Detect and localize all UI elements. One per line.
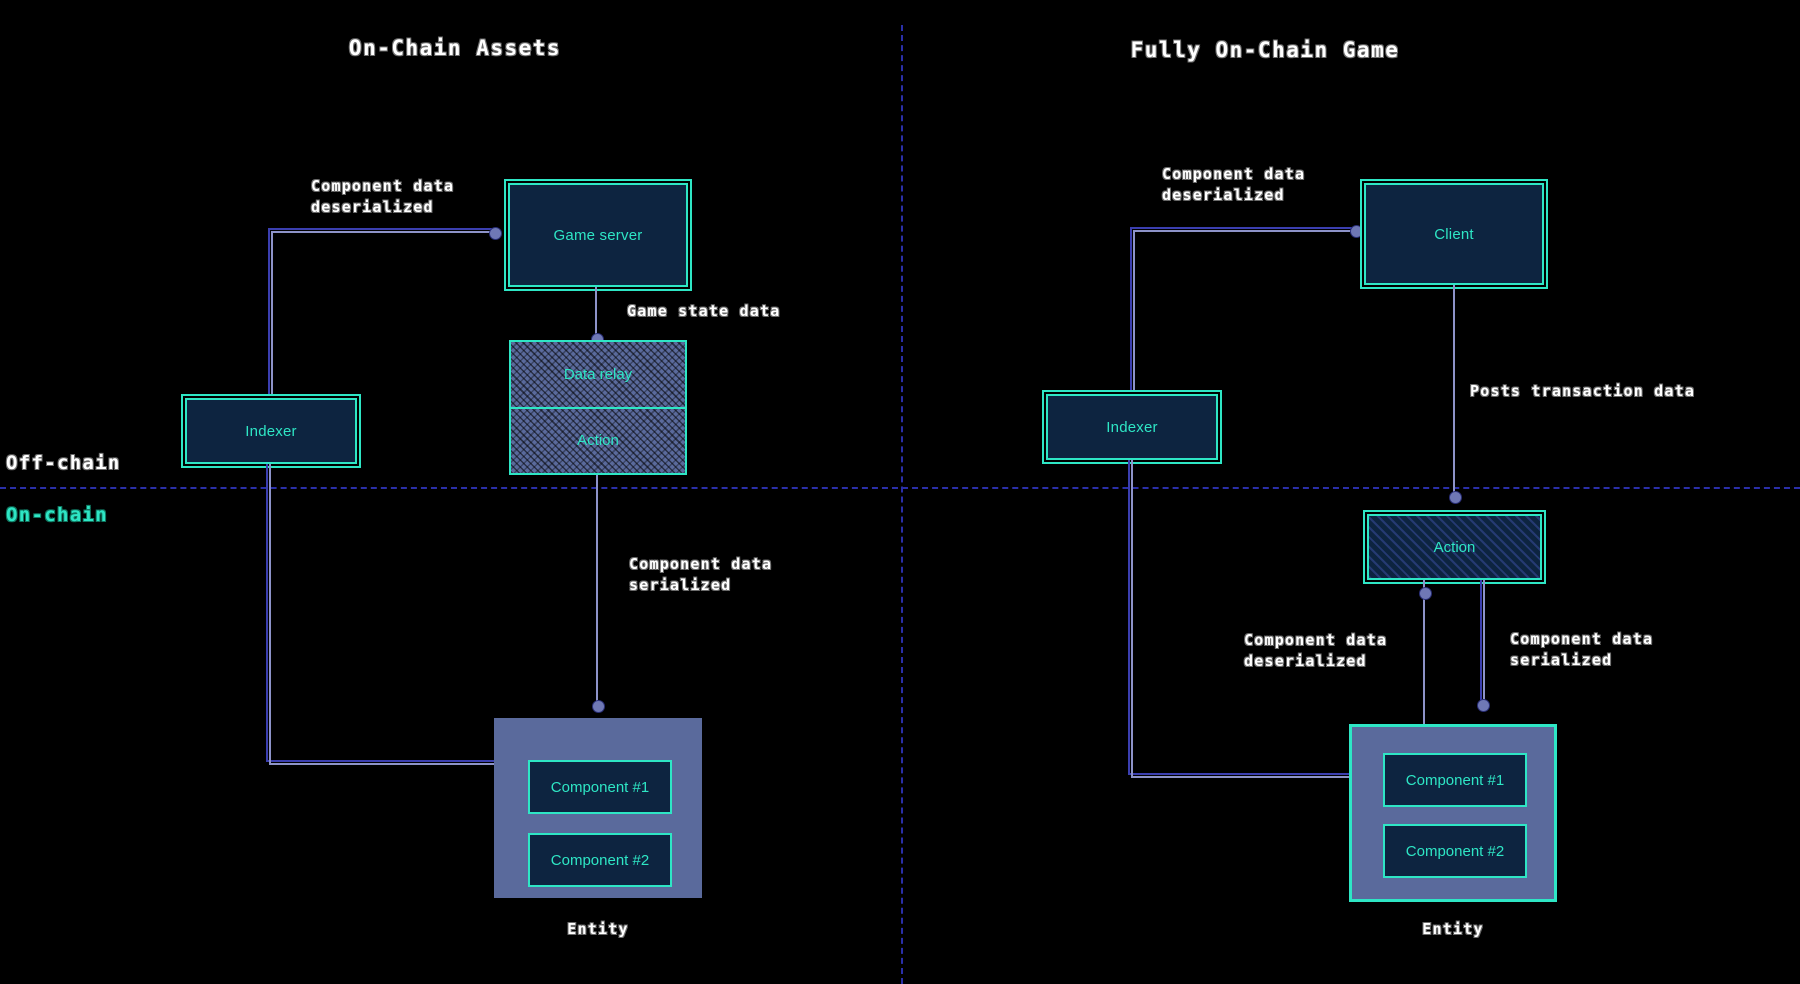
edge-endpoint-action-bottom-left-right [1419, 587, 1432, 600]
edge-action-to-entity-serialized-right-hi [1483, 580, 1485, 702]
node-indexer-right-label: Indexer [1106, 418, 1158, 436]
node-data-relay-action-stack[interactable]: Data relay Action [509, 340, 687, 475]
offchain-label: Off-chain [6, 452, 121, 474]
edge-endpoint-entity-serialized-right [1477, 699, 1490, 712]
edge-indexer-to-client-horizontal-hi [1133, 230, 1355, 232]
edge-indexer-to-entity-horizontal-left-hi [269, 763, 497, 765]
edge-indexer-to-entity-horizontal-right-hi [1131, 776, 1353, 778]
edge-indexer-to-entity-vertical-left-hi [269, 464, 271, 763]
node-client[interactable]: Client [1364, 183, 1544, 285]
entity-caption-right: Entity [1422, 920, 1484, 938]
edge-indexer-to-gameserver-vertical [268, 228, 270, 398]
edge-label-game-state-data: Game state data [627, 302, 781, 320]
component-1-right-label: Component #1 [1405, 771, 1505, 789]
diagram-canvas: On-Chain Assets Fully On-Chain Game Off-… [0, 0, 1800, 984]
edge-label-component-data-serialized-left: Component data serialized [629, 555, 773, 594]
node-action-left[interactable]: Action [511, 406, 685, 474]
onchain-label: On-chain [6, 504, 108, 526]
edge-label-component-data-serialized-right: Component data serialized [1510, 630, 1654, 669]
edge-indexer-to-entity-horizontal-left [266, 760, 497, 762]
component-1-left-label: Component #1 [550, 778, 650, 796]
edge-client-to-action [1453, 285, 1455, 498]
node-indexer-left-label: Indexer [245, 422, 297, 440]
component-2-right[interactable]: Component #2 [1383, 824, 1527, 878]
node-indexer-left[interactable]: Indexer [185, 398, 357, 464]
edge-indexer-to-client-vertical [1130, 227, 1132, 394]
node-game-server[interactable]: Game server [508, 183, 688, 287]
component-1-left[interactable]: Component #1 [528, 760, 672, 814]
edge-indexer-to-gameserver-horizontal [268, 228, 494, 230]
entity-caption-left: Entity [567, 920, 629, 938]
node-data-relay-label: Data relay [563, 365, 633, 383]
entity-container-right[interactable]: Component #1 Component #2 [1349, 724, 1557, 902]
node-game-server-label: Game server [553, 226, 643, 244]
component-2-right-label: Component #2 [1405, 842, 1505, 860]
panel-divider [901, 25, 903, 984]
edge-indexer-to-entity-horizontal-right [1128, 773, 1354, 775]
edge-label-component-data-deserialized-right-bottom: Component data deserialized [1244, 631, 1388, 670]
edge-indexer-to-gameserver-vertical-hi [271, 231, 273, 398]
edge-indexer-to-entity-vertical-right [1128, 460, 1130, 775]
node-indexer-right[interactable]: Indexer [1046, 394, 1218, 460]
component-1-right[interactable]: Component #1 [1383, 753, 1527, 807]
component-2-left[interactable]: Component #2 [528, 833, 672, 887]
node-client-label: Client [1434, 225, 1474, 243]
edge-indexer-to-entity-vertical-right-hi [1131, 460, 1133, 776]
edge-action-to-entity-serialized-right [1480, 580, 1482, 705]
component-2-left-label: Component #2 [550, 851, 650, 869]
edge-endpoint-gameserver-left [489, 227, 502, 240]
edge-label-component-data-deserialized-left: Component data deserialized [311, 177, 455, 216]
edge-action-to-entity-deserialized-right [1423, 580, 1425, 725]
edge-endpoint-action-top-right [1449, 491, 1462, 504]
edge-endpoint-entity-top-left [592, 700, 605, 713]
edge-indexer-to-gameserver-horizontal-hi [271, 231, 493, 233]
edge-endpoint-client-left [1350, 225, 1363, 238]
node-action-right[interactable]: Action [1367, 514, 1542, 580]
left-panel-title: On-Chain Assets [348, 36, 562, 60]
edge-label-posts-transaction-data: Posts transaction data [1470, 382, 1696, 400]
node-data-relay[interactable]: Data relay [511, 342, 685, 407]
edge-label-component-data-deserialized-right-top: Component data deserialized [1162, 165, 1306, 204]
edge-indexer-to-entity-vertical-left [266, 464, 268, 762]
right-panel-title: Fully On-Chain Game [1130, 38, 1400, 62]
node-action-left-label: Action [577, 432, 619, 450]
edge-action-to-entity-left [596, 475, 598, 705]
edge-indexer-to-client-vertical-hi [1133, 230, 1135, 394]
node-action-right-label: Action [1433, 538, 1476, 556]
entity-container-left[interactable]: Component #1 Component #2 [494, 718, 702, 898]
edge-indexer-to-client-horizontal [1130, 227, 1356, 229]
